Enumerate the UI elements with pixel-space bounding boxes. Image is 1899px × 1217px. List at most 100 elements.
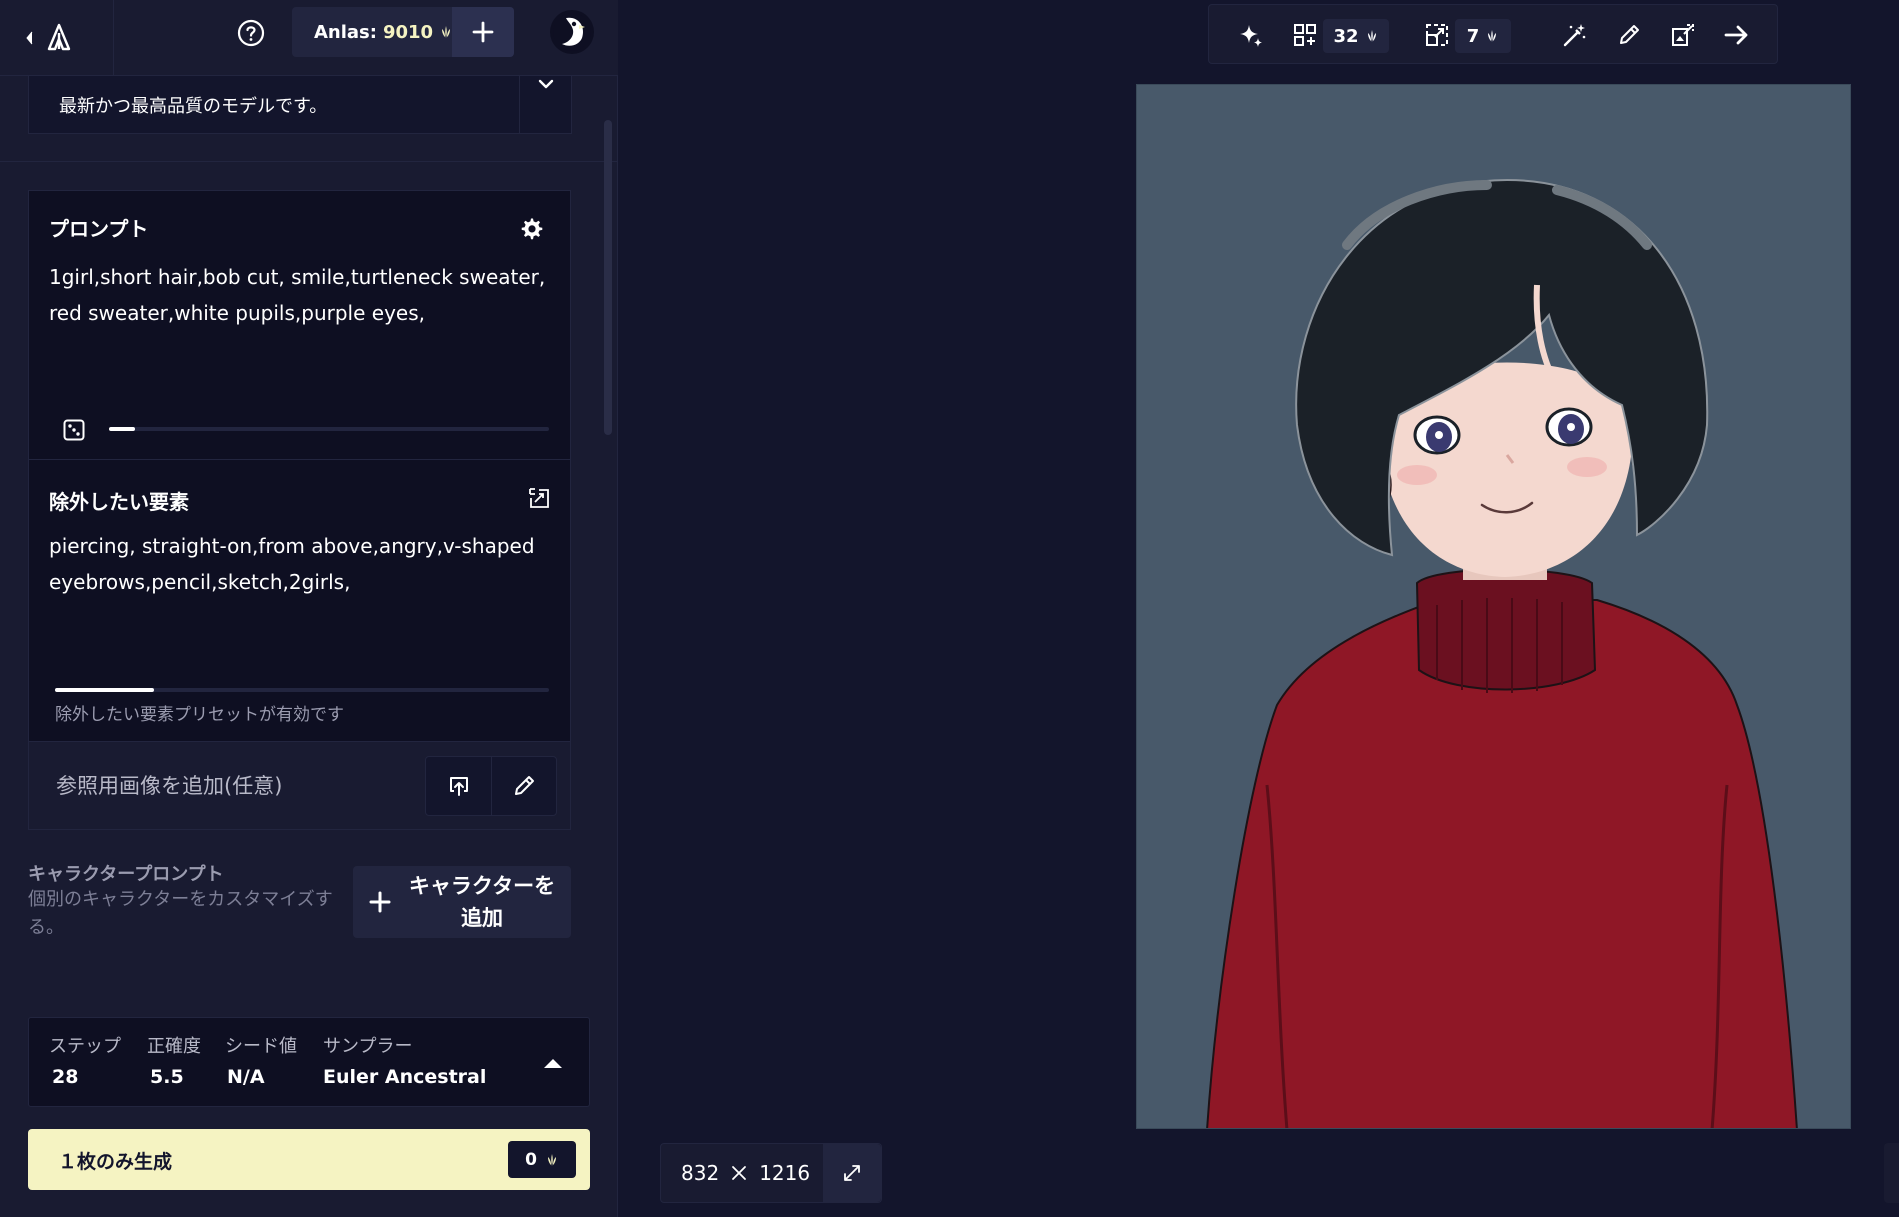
anlas-icon [1485,29,1499,43]
brush-icon [512,774,536,798]
expand-icon [842,1163,862,1183]
anlas-label: Anlas: [314,21,377,43]
add-character-label: キャラクターを 追加 [407,870,557,934]
anlas-display: Anlas: 9010 [292,22,452,43]
enhance-button[interactable] [1231,15,1271,55]
add-character-label-line2: 追加 [461,906,503,930]
add-character-button[interactable]: キャラクターを 追加 [353,866,571,938]
next-image-button[interactable] [1717,15,1757,55]
pencil-icon [1617,23,1641,47]
sampler-label: サンプラー [323,1036,413,1057]
sidebar: Anlas: 9010 最新かつ最高品質のモデルです。 プロンプト 1girl,… [0,0,618,1217]
prompt-token-fill [109,427,136,431]
variations-cost: 32 [1323,19,1389,53]
upload-icon [447,774,471,798]
buy-anlas-button[interactable] [452,7,514,57]
guidance-label: 正確度 [147,1036,201,1057]
anlas-value: 9010 [382,21,434,43]
model-description: 最新かつ最高品質のモデルです。 [59,95,328,117]
image-toolbar: 32 7 [1208,4,1778,64]
chevron-up-icon [542,1056,564,1070]
help-circle-icon [237,19,265,47]
variations-cost-value: 32 [1333,25,1359,47]
add-character-label-line1: キャラクターを [408,874,556,898]
generate-button[interactable]: １枚のみ生成 0 [28,1129,590,1190]
expand-button[interactable] [823,1144,881,1202]
prompt-card: プロンプト 1girl,short hair,bob cut, smile,tu… [28,190,571,460]
reference-image-row: 参照用画像を追加(任意) [28,742,571,830]
generate-label: １枚のみ生成 [58,1151,173,1173]
reference-image-label: 参照用画像を追加(任意) [56,774,283,798]
generate-cost: 0 [508,1141,576,1178]
variations-button[interactable] [1285,15,1325,55]
negative-preset-note: 除外したい要素プリセットが有効です [55,705,344,725]
upscale-icon [1425,23,1449,47]
guidance-param: 正確度 5.5 [147,1032,201,1088]
steps-param: ステップ 28 [49,1032,121,1088]
seed-value: N/A [227,1066,265,1088]
prompt-input[interactable]: 1girl,short hair,bob cut, smile,turtlene… [49,259,549,331]
upscale-cost-value: 7 [1466,25,1480,47]
random-prompt-button[interactable] [63,419,85,441]
swap-prompt-button[interactable] [527,486,551,510]
character-prompt-description: 個別のキャラクターをカスタマイズする。 [28,889,333,938]
model-selector[interactable]: 最新かつ最高品質のモデルです。 [28,75,572,134]
penguin-avatar-icon [552,12,592,52]
anlas-balance: Anlas: 9010 [292,7,514,57]
anlas-icon [545,1153,559,1167]
negative-token-meter [55,688,549,692]
canvas-height: 1216 [759,1161,811,1185]
guidance-value: 5.5 [150,1066,184,1088]
canvas-size-control: 832 1216 [660,1143,882,1203]
director-tools-button[interactable] [1555,15,1595,55]
novelai-logo-icon [46,23,72,53]
negative-prompt-card: 除外したい要素 piercing, straight-on,from above… [28,460,571,742]
steps-value: 28 [52,1066,79,1088]
model-toggle[interactable] [519,75,571,134]
canvas-size-display[interactable]: 832 1216 [661,1161,823,1185]
generation-settings[interactable]: ステップ 28 正確度 5.5 シード値 N/A サンプラー Euler Anc… [28,1017,590,1107]
chevron-left-icon[interactable] [24,30,34,46]
upscale-button[interactable] [1417,15,1457,55]
generate-cost-value: 0 [525,1149,537,1170]
plus-icon [369,891,391,913]
gear-icon [519,217,543,241]
character-prompt-title: キャラクタープロンプト [28,864,224,885]
seed-param: シード値 N/A [225,1032,297,1088]
negative-prompt-title: 除外したい要素 [49,490,189,514]
negative-token-fill [55,688,154,692]
img2img-button[interactable] [1663,15,1703,55]
sparkle-icon [1238,22,1264,48]
prompt-settings-button[interactable] [519,217,543,241]
sampler-value: Euler Ancestral [323,1066,487,1088]
home-link[interactable] [0,0,114,76]
prompt-title: プロンプト [49,217,149,241]
account-avatar[interactable] [550,10,594,54]
arrow-right-icon [1724,24,1750,46]
anlas-icon [439,25,453,39]
inpaint-button[interactable] [1609,15,1649,55]
prompt-token-meter [109,427,549,431]
sampler-param: サンプラー Euler Ancestral [323,1032,486,1088]
seed-label: シード値 [225,1036,297,1057]
upscale-cost: 7 [1455,19,1511,53]
chevron-down-icon [537,78,555,90]
sidebar-topbar: Anlas: 9010 [0,0,618,76]
generated-image-art [1137,85,1850,1128]
history-panel-handle[interactable] [1884,1143,1899,1203]
generated-image[interactable] [1136,84,1851,1129]
canvas-width: 832 [681,1161,720,1185]
negative-prompt-input[interactable]: piercing, straight-on,from above,angry,v… [49,528,549,600]
dice-icon [63,419,85,441]
settings-collapse-button[interactable] [533,1046,573,1080]
times-icon [731,1165,747,1181]
sidebar-scrollbar[interactable] [604,120,612,435]
plus-icon [472,21,494,43]
variations-icon [1293,23,1317,47]
magic-wand-icon [1562,22,1588,48]
upload-image-button[interactable] [426,757,491,815]
image-edit-icon [1671,23,1695,47]
paint-image-button[interactable] [491,757,556,815]
help-button[interactable] [234,16,268,50]
section-divider [0,161,618,162]
